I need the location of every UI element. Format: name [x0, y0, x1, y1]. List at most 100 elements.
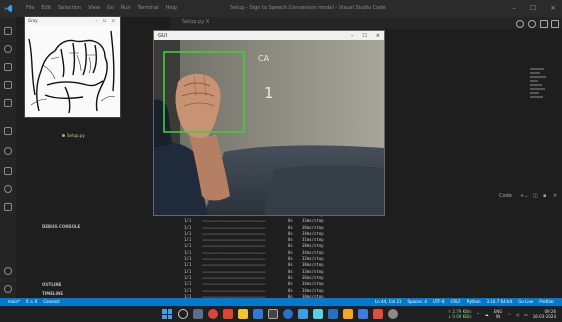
- app-icon-red-2[interactable]: [373, 309, 383, 319]
- status-bar: main* 0 ⚠ 0 Connect Ln 44, Col 21 Spaces…: [0, 298, 562, 306]
- windows-start-icon[interactable]: [162, 309, 172, 319]
- terminal-dropdown[interactable]: Code: [499, 193, 512, 199]
- prediction-label: CA: [258, 54, 270, 63]
- camera-maximize-icon[interactable]: ☐: [362, 33, 366, 39]
- panel-close-icon[interactable]: ×: [553, 193, 557, 199]
- timeline-section[interactable]: TIMELINE: [42, 291, 63, 296]
- gray-sketch-window[interactable]: Gray – ☐ ×: [24, 16, 121, 118]
- window-controls: – ☐ ×: [512, 4, 556, 12]
- eol-status[interactable]: CRLF: [451, 299, 461, 304]
- app-icon-red[interactable]: [223, 309, 233, 319]
- task-view-icon[interactable]: [193, 309, 203, 319]
- edge-icon[interactable]: [283, 309, 293, 319]
- explorer-icon[interactable]: [4, 27, 12, 35]
- minimize-icon[interactable]: –: [512, 4, 516, 12]
- source-control-icon[interactable]: [4, 63, 12, 71]
- trash-icon[interactable]: ▪: [543, 193, 546, 199]
- testing-icon[interactable]: [4, 127, 12, 135]
- menu-item-selection[interactable]: Selection: [58, 5, 81, 11]
- encoding-status[interactable]: UTF-8: [433, 299, 445, 304]
- tab-setup[interactable]: Setup.py X: [182, 19, 209, 25]
- editor-tab-strip: Setup.py X: [170, 17, 562, 29]
- chrome-icon[interactable]: [208, 309, 218, 319]
- camera-close-icon[interactable]: ×: [376, 33, 380, 39]
- app-icon-gray[interactable]: [388, 309, 398, 319]
- vscode-taskbar-icon[interactable]: [298, 309, 308, 319]
- problems-status[interactable]: 0 ⚠ 0: [26, 299, 37, 304]
- prediction-count: 1: [264, 84, 274, 102]
- file-explorer-icon[interactable]: [238, 309, 248, 319]
- system-tray: ↑ 2.79 KB/s ↓ 0.00 KB/s ⌃ ☁ ENG IN ◠ ◁ ▭…: [448, 309, 556, 319]
- cursor-position[interactable]: Ln 44, Col 21: [375, 299, 401, 304]
- add-terminal-icon[interactable]: +⌄: [520, 193, 528, 199]
- camera-frame-image: [154, 40, 384, 215]
- split-terminal-icon[interactable]: ◫: [533, 193, 538, 199]
- more-actions-icon[interactable]: [551, 20, 559, 28]
- debug-console-section[interactable]: DEBUG CONSOLE: [42, 224, 80, 229]
- go-live-button[interactable]: Go Live: [518, 299, 533, 304]
- menu-item-go[interactable]: Go: [107, 5, 114, 11]
- window-title: Setup - Sign to Speech Conversion model …: [230, 5, 386, 11]
- menu-item-view[interactable]: View: [88, 5, 100, 11]
- live-share-icon[interactable]: [4, 185, 12, 193]
- menu-item-edit[interactable]: Edit: [41, 5, 51, 11]
- minimap[interactable]: [530, 68, 550, 108]
- sketch-window-titlebar[interactable]: Gray – ☐ ×: [25, 17, 120, 25]
- folder-icon[interactable]: [4, 167, 12, 175]
- split-editor-icon[interactable]: [540, 20, 548, 28]
- refresh-icon[interactable]: [528, 20, 536, 28]
- hand-sketch-image: [25, 25, 120, 117]
- close-icon[interactable]: ×: [550, 4, 556, 12]
- sketch-window-controls[interactable]: – ☐ ×: [96, 18, 117, 24]
- maximize-icon[interactable]: ☐: [530, 4, 536, 12]
- app-icon-blue[interactable]: [328, 309, 338, 319]
- volume-icon[interactable]: ◁: [516, 312, 519, 317]
- python-icon[interactable]: [358, 309, 368, 319]
- search-icon[interactable]: [4, 45, 12, 53]
- activity-bar: [0, 17, 16, 306]
- clock-date: 16-03-2024: [532, 314, 556, 319]
- clock[interactable]: 09:26 16-03-2024: [533, 309, 556, 319]
- camera-window-titlebar[interactable]: GUI – ☐ ×: [154, 31, 384, 40]
- mail-icon[interactable]: [253, 309, 263, 319]
- chevron-up-icon[interactable]: ⌃: [476, 312, 479, 317]
- camera-feed: CA 1: [154, 40, 384, 215]
- gui-camera-window[interactable]: GUI – ☐ × CA 1: [153, 30, 385, 216]
- menu-item-file[interactable]: File: [26, 5, 34, 11]
- vscode-logo-icon: [4, 4, 13, 13]
- app-icon-orange[interactable]: [343, 309, 353, 319]
- run-debug-icon[interactable]: [4, 81, 12, 89]
- camera-minimize-icon[interactable]: –: [351, 33, 354, 39]
- search-taskbar-icon[interactable]: [178, 309, 188, 319]
- menu-item-terminal[interactable]: Terminal: [138, 5, 159, 11]
- menu-item-help[interactable]: Help: [166, 5, 177, 11]
- windows-taskbar: ↑ 2.79 KB/s ↓ 0.00 KB/s ⌃ ☁ ENG IN ◠ ◁ ▭…: [0, 306, 562, 322]
- camera-window-title: GUI: [158, 33, 168, 39]
- download-speed: ↓ 0.00 KB/s: [447, 314, 472, 319]
- remote-icon[interactable]: [4, 147, 12, 155]
- account-icon[interactable]: [4, 267, 12, 275]
- store-icon[interactable]: [268, 309, 278, 319]
- file-item-setup[interactable]: Setup.py: [62, 133, 85, 138]
- language-region: IN: [495, 314, 501, 319]
- connect-status[interactable]: Connect: [43, 299, 60, 304]
- database-icon[interactable]: [4, 203, 12, 211]
- menu-bar: File Edit Selection View Go Run Terminal…: [26, 5, 177, 11]
- prettier-status[interactable]: Prettier: [539, 299, 554, 304]
- cloud-icon[interactable]: ☁: [485, 312, 489, 317]
- settings-gear-icon[interactable]: [4, 285, 12, 293]
- extensions-icon[interactable]: [4, 99, 12, 107]
- interpreter-status[interactable]: 3.10.7 64-bit: [487, 299, 513, 304]
- language-status[interactable]: Python: [467, 299, 481, 304]
- menu-item-run[interactable]: Run: [121, 5, 131, 11]
- branch-status[interactable]: main*: [8, 299, 20, 304]
- app-icon-cyan[interactable]: [313, 309, 323, 319]
- compare-icon[interactable]: [516, 20, 524, 28]
- outline-section[interactable]: OUTLINE: [42, 282, 62, 287]
- terminal-output[interactable]: 1/1==============================0s39ms/…: [184, 212, 324, 300]
- sketch-window-title: Gray: [28, 18, 38, 23]
- battery-icon[interactable]: ▭: [524, 312, 528, 317]
- indentation-status[interactable]: Spaces: 4: [407, 299, 426, 304]
- wifi-icon[interactable]: ◠: [507, 312, 511, 317]
- language-indicator[interactable]: ENG IN: [494, 309, 503, 319]
